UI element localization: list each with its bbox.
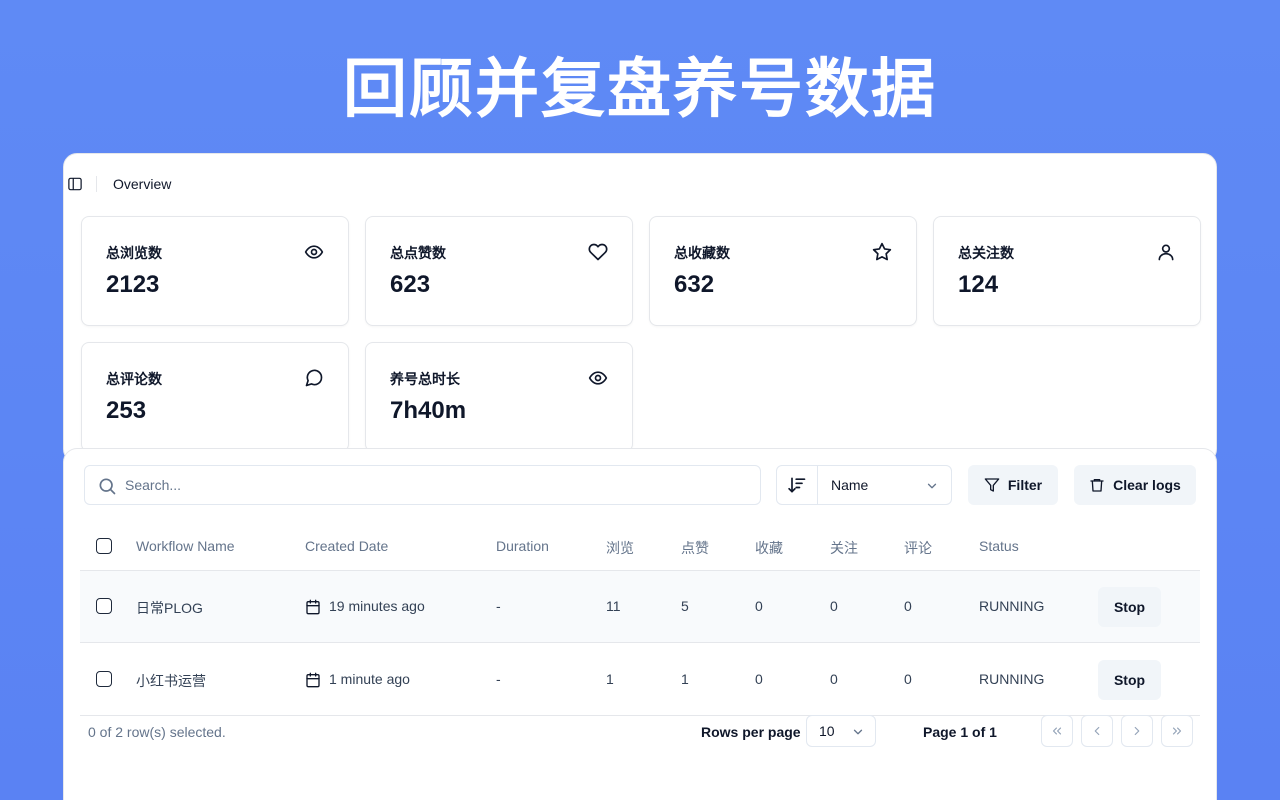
sidebar-toggle-icon[interactable] (68, 177, 82, 191)
col-status[interactable]: Status (979, 538, 1019, 554)
col-likes[interactable]: 点赞 (681, 538, 709, 558)
views-count: 11 (606, 598, 621, 614)
stat-card-saves: 总收藏数 632 (649, 216, 917, 326)
duration: - (496, 598, 501, 614)
workflow-name: 日常PLOG (136, 600, 203, 616)
sort-field-select[interactable]: Name (831, 477, 868, 493)
likes-count: 5 (681, 598, 689, 614)
heart-icon (588, 243, 608, 261)
page-info: Page 1 of 1 (923, 724, 997, 740)
duration: - (496, 671, 501, 687)
selection-count: 0 of 2 row(s) selected. (88, 724, 226, 740)
workflow-name: 小红书运营 (136, 673, 206, 689)
col-follows[interactable]: 关注 (830, 538, 858, 558)
stat-card-value: 2123 (106, 271, 160, 298)
table-row[interactable]: 日常PLOG 19 minutes ago - 11 5 0 0 0 RUNNI… (80, 571, 1200, 643)
stat-card-likes: 总点赞数 623 (365, 216, 633, 326)
status-text: RUNNING (979, 671, 1045, 687)
calendar-icon (306, 599, 320, 615)
row-checkbox[interactable] (96, 598, 112, 614)
stat-card-comments: 总评论数 253 (81, 342, 349, 452)
comments-count: 0 (904, 671, 912, 687)
user-icon (1158, 244, 1174, 261)
stat-card-label: 总点赞数 (390, 246, 446, 262)
search-icon (99, 478, 116, 495)
topbar-divider (96, 176, 97, 192)
filter-button-label: Filter (1007, 477, 1043, 493)
filter-button[interactable]: Filter (968, 465, 1058, 505)
eye-icon (304, 245, 324, 259)
chevrons-right-icon (1172, 727, 1182, 735)
overview-panel: Overview 总浏览数 2123 总点赞数 623 总收藏数 632 总关注… (63, 153, 1217, 463)
comments-count: 0 (904, 598, 912, 614)
hero-title: 回顾并复盘养号数据 (343, 53, 937, 127)
chevron-left-icon (1094, 726, 1100, 736)
col-duration[interactable]: Duration (496, 538, 549, 554)
col-views[interactable]: 浏览 (606, 538, 634, 558)
chevron-down-icon (927, 483, 937, 489)
saves-count: 0 (755, 671, 763, 687)
stat-card-value: 623 (390, 271, 431, 298)
col-workflow-name[interactable]: Workflow Name (136, 538, 235, 554)
follows-count: 0 (830, 671, 838, 687)
sort-control: Name (776, 465, 952, 505)
message-circle-icon (305, 369, 323, 387)
clear-logs-label: Clear logs (1113, 477, 1181, 493)
col-saves[interactable]: 收藏 (755, 538, 783, 558)
views-count: 1 (606, 671, 614, 687)
next-page-button[interactable] (1121, 715, 1153, 747)
trash-icon (1090, 479, 1104, 492)
stat-card-value: 253 (106, 397, 147, 424)
created-date: 19 minutes ago (329, 598, 425, 614)
stat-card-label: 总关注数 (958, 246, 1014, 262)
sort-direction-button[interactable] (777, 466, 818, 504)
likes-count: 1 (681, 671, 689, 687)
status-text: RUNNING (979, 598, 1045, 614)
rows-per-page-value: 10 (819, 723, 835, 739)
stat-card-label: 总收藏数 (674, 246, 730, 262)
search-input[interactable] (125, 466, 745, 504)
filter-icon (984, 478, 1000, 492)
stat-card-follows: 总关注数 124 (933, 216, 1201, 326)
logs-panel: Name Filter Clear logs Workflow Name Cre… (63, 448, 1217, 800)
stat-card-label: 总评论数 (106, 372, 162, 388)
created-date: 1 minute ago (329, 671, 410, 687)
stat-card-views: 总浏览数 2123 (81, 216, 349, 326)
stat-card-duration: 养号总时长 7h40m (365, 342, 633, 452)
select-all-checkbox[interactable] (96, 538, 112, 554)
stop-button[interactable]: Stop (1098, 587, 1161, 627)
row-checkbox[interactable] (96, 671, 112, 687)
chevron-down-icon (853, 729, 863, 735)
stat-card-label: 总浏览数 (106, 246, 162, 262)
chevron-right-icon (1134, 726, 1140, 736)
saves-count: 0 (755, 598, 763, 614)
stat-card-value: 632 (674, 271, 715, 298)
table-header: Workflow Name Created Date Duration 浏览 点… (80, 527, 1200, 571)
col-created-date[interactable]: Created Date (305, 538, 388, 554)
last-page-button[interactable] (1161, 715, 1193, 747)
first-page-button[interactable] (1041, 715, 1073, 747)
sort-descending-icon (788, 477, 806, 493)
stat-card-label: 养号总时长 (390, 372, 460, 388)
prev-page-button[interactable] (1081, 715, 1113, 747)
stop-button[interactable]: Stop (1098, 660, 1161, 700)
clear-logs-button[interactable]: Clear logs (1074, 465, 1196, 505)
rows-per-page-select[interactable]: 10 (806, 715, 876, 747)
calendar-icon (306, 672, 320, 688)
rows-per-page-label: Rows per page (701, 724, 801, 740)
stat-card-value: 7h40m (390, 397, 467, 424)
table-row[interactable]: 小红书运营 1 minute ago - 1 1 0 0 0 RUNNING S… (80, 644, 1200, 716)
follows-count: 0 (830, 598, 838, 614)
stat-card-value: 124 (958, 271, 999, 298)
breadcrumb[interactable]: Overview (113, 176, 171, 192)
chevrons-left-icon (1052, 727, 1062, 735)
search-box[interactable] (84, 465, 761, 505)
col-comments[interactable]: 评论 (904, 538, 932, 558)
eye-icon (588, 371, 608, 385)
star-icon (872, 242, 892, 261)
